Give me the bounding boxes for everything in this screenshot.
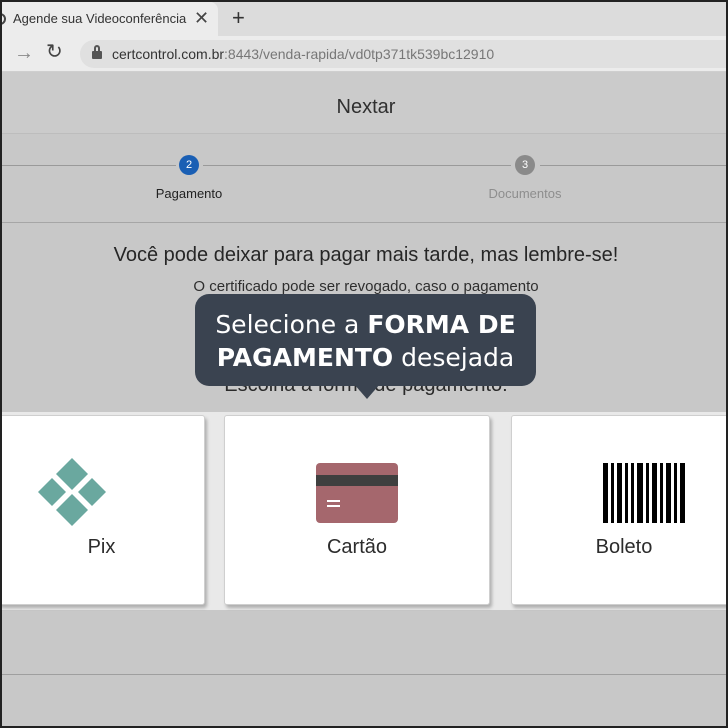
browser-toolbar: → ↻ certcontrol.com.br:8443/venda-rapida…: [2, 36, 726, 72]
barcode-icon: [603, 463, 685, 523]
stepper-connector: [540, 165, 726, 166]
forward-arrow-icon[interactable]: →: [14, 42, 34, 64]
tab-bar: Agende sua Videoconferência ✕ +: [2, 2, 726, 36]
tooltip-text: Selecione a FORMA DE PAGAMENTO desejada: [195, 308, 536, 374]
step-number-badge: 3: [515, 155, 535, 175]
tab-favicon-icon: [2, 13, 6, 25]
browser-window: Agende sua Videoconferência ✕ + → ↻ cert…: [0, 0, 728, 728]
payment-option-pix[interactable]: Pix: [2, 415, 205, 605]
tutorial-tooltip: Selecione a FORMA DE PAGAMENTO desejada: [195, 294, 536, 386]
url-path: :8443/venda-rapida/vd0tp371tk539bc12910: [224, 46, 495, 62]
cartao-label: Cartão: [326, 536, 388, 558]
stepper-connector: [2, 165, 176, 166]
tooltip-line2-suffix: desejada: [393, 343, 515, 372]
warning-text: O certificado pode ser revogado, caso o …: [193, 278, 539, 295]
url-host: certcontrol.com.br: [112, 46, 225, 62]
step-label-pagamento: Pagamento: [155, 186, 223, 201]
browser-tab[interactable]: Agende sua Videoconferência ✕: [2, 2, 218, 36]
tab-title: Agende sua Videoconferência: [13, 11, 187, 26]
divider: [2, 674, 726, 675]
checkout-stepper: 2 Pagamento 3 Documentos: [2, 135, 726, 223]
url-text: certcontrol.com.br:8443/venda-rapida/vd0…: [112, 46, 494, 62]
tooltip-line1-prefix: Selecione a: [215, 310, 368, 339]
pix-label: Pix: [87, 536, 116, 558]
stepper-connector: [203, 165, 511, 166]
payment-option-cartao[interactable]: Cartão: [224, 415, 490, 605]
pix-icon: [38, 458, 106, 526]
tooltip-pointer: [354, 384, 380, 399]
payment-options: Pix Cartão Boleto: [2, 412, 726, 610]
page-header: Nextar: [2, 72, 726, 134]
warning-heading: Você pode deixar para pagar mais tarde, …: [113, 244, 619, 266]
new-tab-icon[interactable]: +: [232, 5, 245, 31]
boleto-label: Boleto: [595, 536, 653, 558]
payment-option-boleto[interactable]: Boleto: [511, 415, 726, 605]
step-number-badge: 2: [179, 155, 199, 175]
page-title: Nextar: [336, 96, 396, 118]
tooltip-line2-bold: PAGAMENTO: [216, 343, 394, 372]
reload-icon[interactable]: ↻: [46, 41, 63, 63]
lock-icon[interactable]: [92, 45, 102, 60]
credit-card-icon: [316, 463, 398, 523]
address-bar[interactable]: certcontrol.com.br:8443/venda-rapida/vd0…: [80, 40, 726, 68]
tooltip-line1-bold: FORMA DE: [367, 310, 516, 339]
step-label-documentos: Documentos: [488, 186, 562, 201]
tab-close-icon[interactable]: ✕: [194, 8, 209, 28]
